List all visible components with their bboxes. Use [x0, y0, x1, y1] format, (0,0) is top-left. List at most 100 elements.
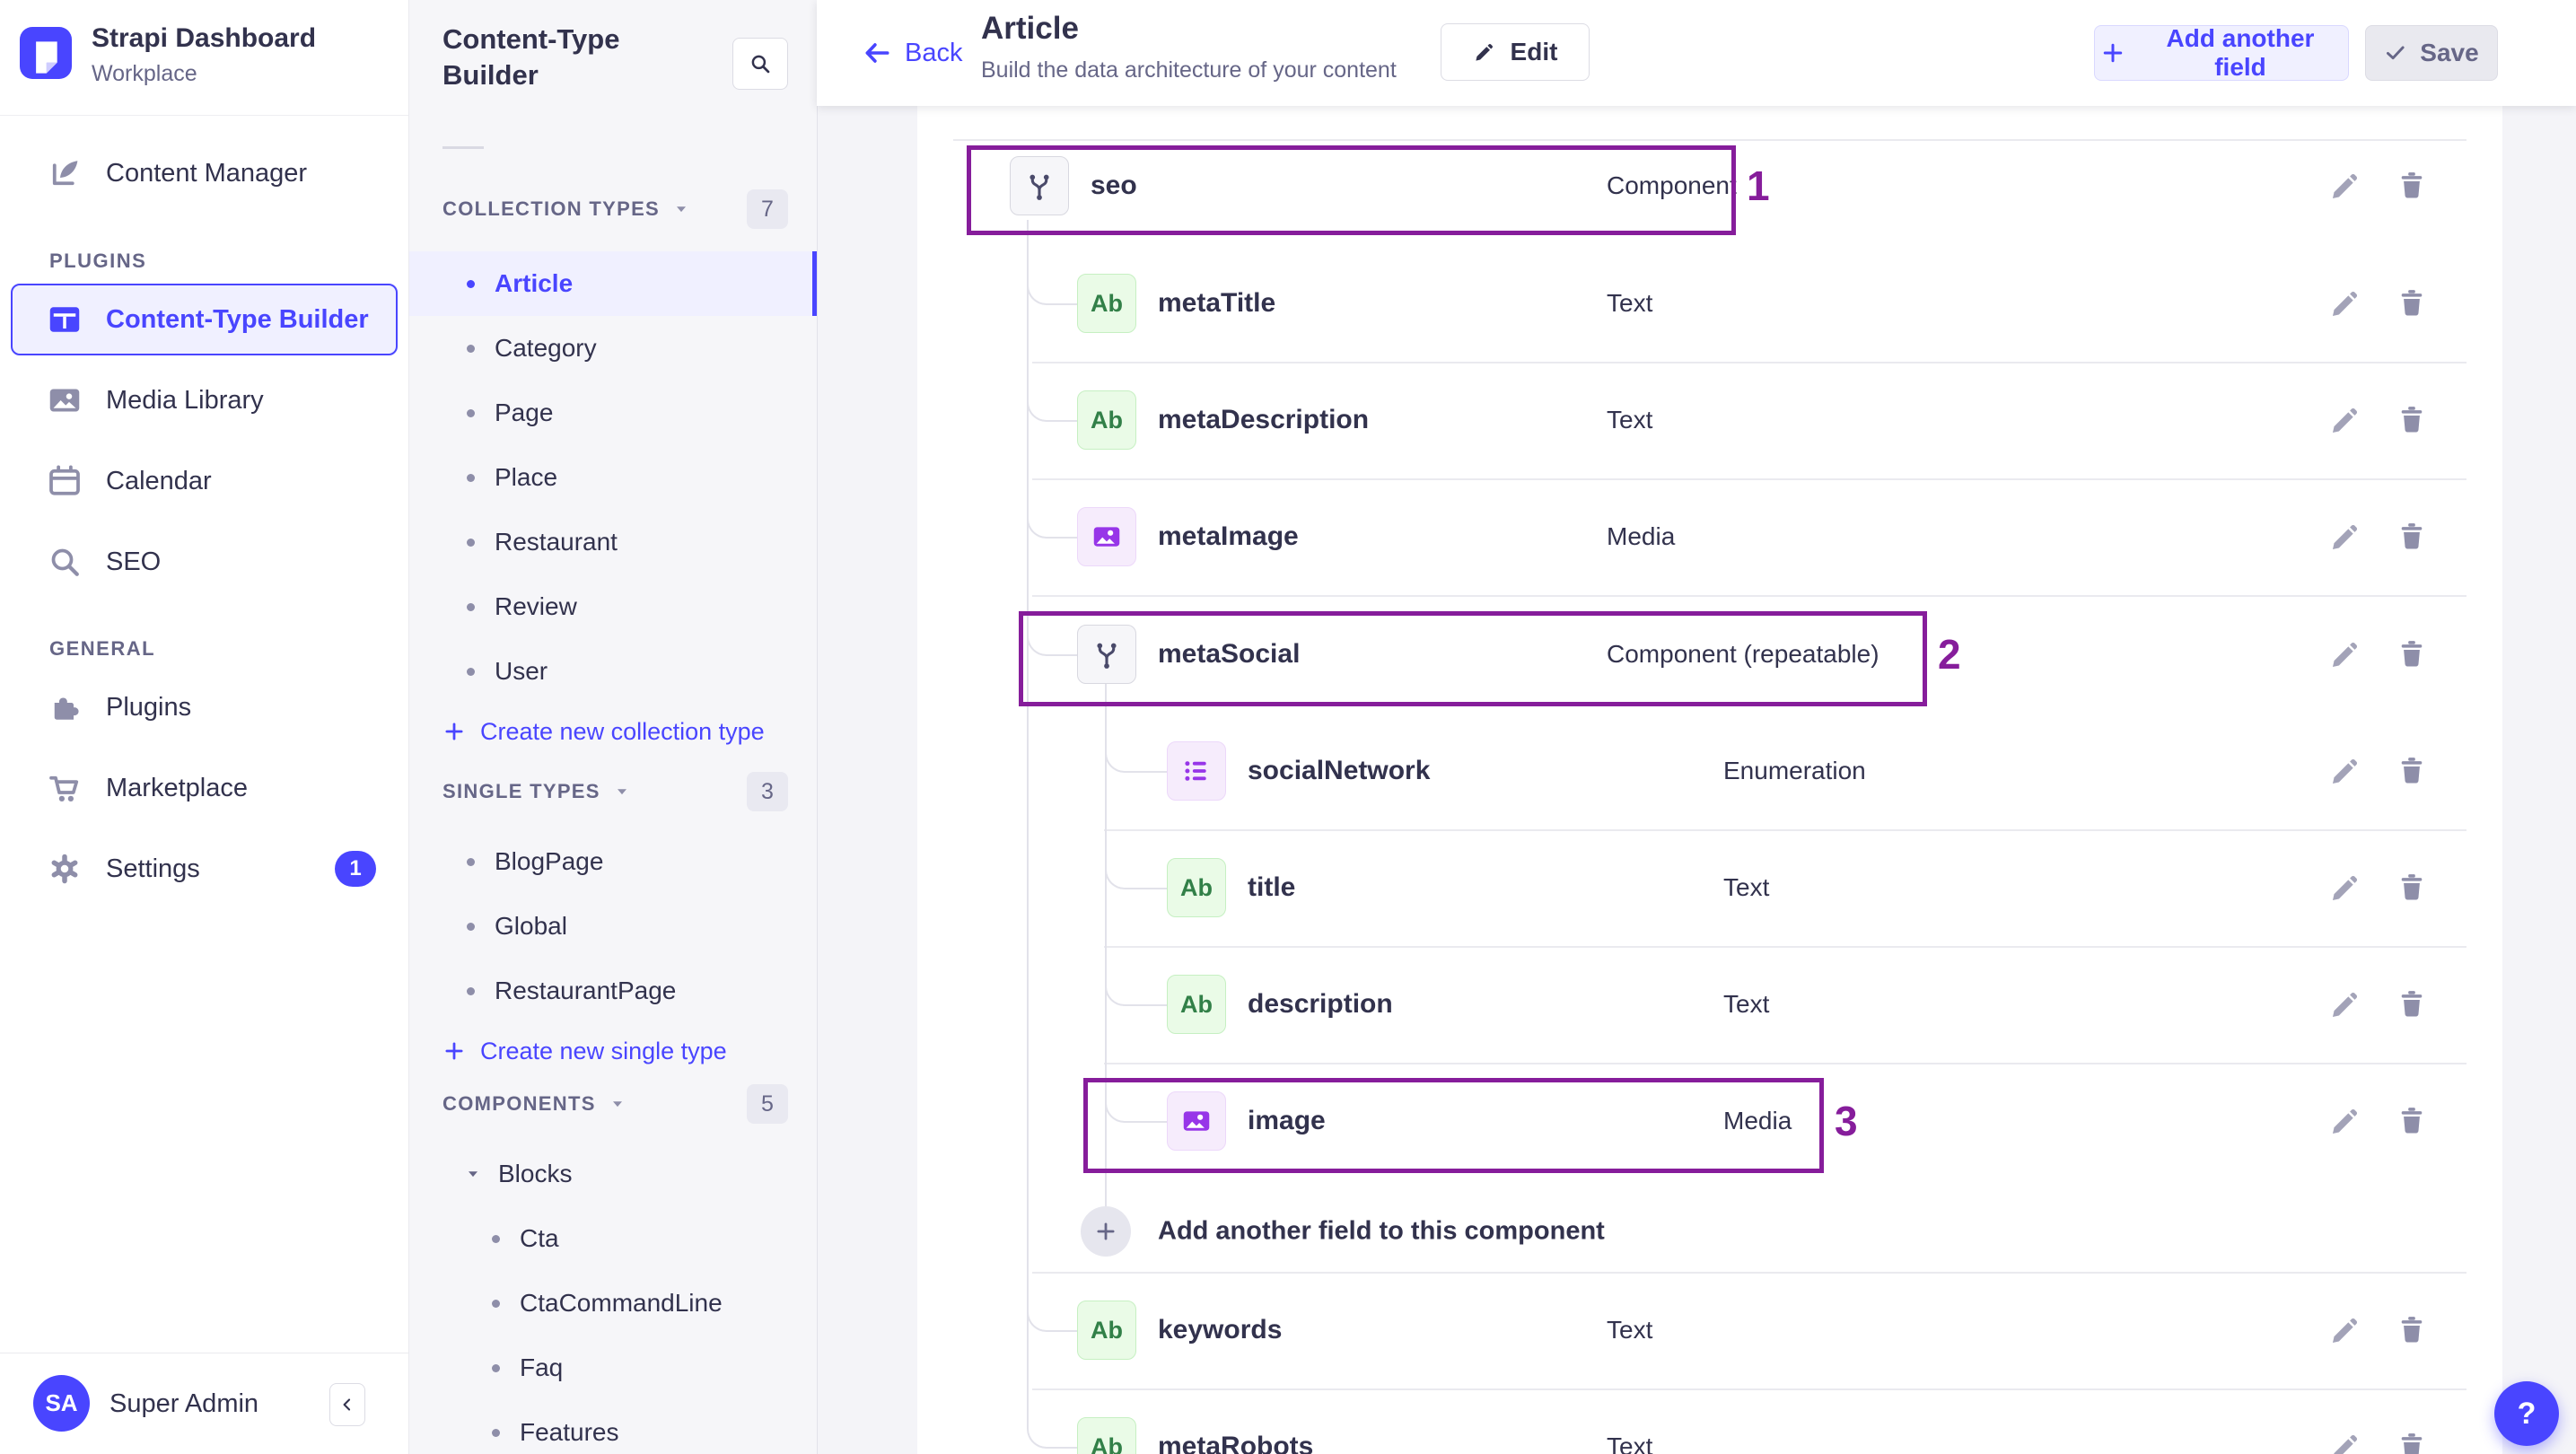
image-icon	[47, 382, 83, 418]
sidebar-item-label: Content-Type Builder	[106, 304, 369, 334]
sidebar-item-blogpage[interactable]: BlogPage	[408, 829, 817, 894]
bullet-icon	[467, 473, 475, 482]
sidebar-item-ctacommandline[interactable]: CtaCommandLine	[408, 1271, 817, 1336]
sidebar-item-place[interactable]: Place	[408, 445, 817, 510]
edit-field-button[interactable]	[2328, 1313, 2362, 1347]
sidebar-item-page[interactable]: Page	[408, 381, 817, 445]
section-count-badge: 5	[747, 1084, 788, 1124]
search-icon	[749, 52, 772, 75]
sidebar-item-plugins[interactable]: Plugins	[0, 667, 408, 748]
sidebar-item-restaurant[interactable]: Restaurant	[408, 510, 817, 574]
edit-field-button[interactable]	[2328, 520, 2362, 554]
action-create-new-single-type[interactable]: Create new single type	[408, 1023, 817, 1079]
sidebar-item-faq[interactable]: Faq	[408, 1336, 817, 1400]
section-count-badge: 3	[747, 772, 788, 811]
text-field-icon: Ab	[1077, 1417, 1136, 1454]
group-blocks[interactable]: Blocks	[408, 1142, 817, 1206]
sidebar-item-content-manager[interactable]: Content Manager	[0, 133, 408, 214]
edit-field-button[interactable]	[2328, 754, 2362, 788]
field-type: Media	[1723, 1107, 1792, 1134]
brand-title: Strapi Dashboard	[92, 23, 317, 53]
sidebar-item-media-library[interactable]: Media Library	[0, 360, 408, 441]
bullet-icon	[492, 1428, 500, 1437]
edit-field-button[interactable]	[2328, 403, 2362, 437]
fields-content: seo Component Ab metaTitle Text Ab metaDescrip…	[817, 106, 2576, 1454]
edit-field-button[interactable]	[2328, 1430, 2362, 1454]
grid-icon	[47, 302, 83, 337]
edit-button[interactable]: Edit	[1441, 23, 1590, 81]
collapse-sidebar-button[interactable]	[329, 1383, 365, 1426]
bullet-icon	[492, 1299, 500, 1308]
sidebar-item-global[interactable]: Global	[408, 894, 817, 959]
section-header-collection-types[interactable]: COLLECTION TYPES 7	[408, 188, 817, 230]
edit-field-button[interactable]	[2328, 169, 2362, 203]
edit-field-button[interactable]	[2328, 1104, 2362, 1138]
delete-field-button[interactable]	[2395, 1430, 2429, 1454]
sidebar-item-calendar[interactable]: Calendar	[0, 441, 408, 521]
delete-field-button[interactable]	[2395, 403, 2429, 437]
avatar[interactable]: SA	[33, 1375, 90, 1432]
sidebar-item-content-type-builder[interactable]: Content-Type Builder	[0, 279, 408, 360]
sidebar-item-article[interactable]: Article	[408, 251, 817, 316]
plus-icon	[1094, 1220, 1117, 1243]
help-button[interactable]: ?	[2494, 1381, 2559, 1446]
delete-field-button[interactable]	[2395, 1313, 2429, 1347]
sidebar-item-cta[interactable]: Cta	[408, 1206, 817, 1271]
sidebar-item-review[interactable]: Review	[408, 574, 817, 639]
add-field-to-component-label[interactable]: Add another field to this component	[1158, 1217, 1605, 1247]
add-another-field-button[interactable]: Add another field	[2094, 24, 2349, 81]
delete-field-button[interactable]	[2395, 169, 2429, 203]
section-label: COMPONENTS	[442, 1092, 596, 1115]
annotation-number-2: 2	[1938, 631, 1961, 678]
sidebar-item-seo[interactable]: SEO	[0, 521, 408, 602]
delete-field-button[interactable]	[2395, 286, 2429, 320]
sidebar-item-restaurantpage[interactable]: RestaurantPage	[408, 959, 817, 1023]
sidebar-footer: SA Super Admin	[0, 1353, 408, 1454]
sidebar-item-user[interactable]: User	[408, 639, 817, 704]
row-divider	[1032, 1388, 2466, 1390]
plus-icon	[442, 720, 466, 743]
section-label: COLLECTION TYPES	[442, 197, 661, 220]
search-button[interactable]	[732, 38, 788, 90]
delete-field-button[interactable]	[2395, 987, 2429, 1021]
field-type: Text	[1607, 406, 1653, 434]
delete-field-button[interactable]	[2395, 871, 2429, 905]
bullet-icon	[467, 538, 475, 547]
section-header-single-types[interactable]: SINGLE TYPES 3	[408, 771, 817, 812]
delete-field-button[interactable]	[2395, 754, 2429, 788]
row-divider	[1032, 595, 2466, 597]
chevron-left-icon	[337, 1395, 357, 1415]
sidebar-item-category[interactable]: Category	[408, 316, 817, 381]
delete-field-button[interactable]	[2395, 1104, 2429, 1138]
section-header-components[interactable]: COMPONENTS 5	[408, 1083, 817, 1125]
sidebar-item-label: Calendar	[106, 466, 212, 495]
tree-elbow	[1027, 615, 1079, 656]
add-circle-button[interactable]	[1081, 1206, 1131, 1257]
text-field-icon: Ab	[1167, 975, 1226, 1034]
group-label: Blocks	[498, 1160, 573, 1187]
text-field-icon: Ab	[1077, 1301, 1136, 1360]
save-button[interactable]: Save	[2365, 25, 2498, 81]
arrow-left-icon	[862, 38, 892, 68]
action-create-new-collection-type[interactable]: Create new collection type	[408, 704, 817, 759]
row-divider	[1032, 478, 2466, 480]
sidebar-item-label: Marketplace	[106, 773, 248, 802]
item-label: Global	[495, 912, 567, 940]
edit-field-button[interactable]	[2328, 286, 2362, 320]
row-divider	[1104, 946, 2466, 948]
edit-field-button[interactable]	[2328, 987, 2362, 1021]
delete-field-button[interactable]	[2395, 520, 2429, 554]
tree-elbow	[1105, 731, 1170, 773]
sidebar-item-marketplace[interactable]: Marketplace	[0, 748, 408, 828]
back-link[interactable]: Back	[862, 0, 962, 106]
tree-elbow	[1105, 965, 1170, 1006]
action-label: Create new single type	[480, 1037, 727, 1064]
sidebar-nav: Content Manager PLUGINS Content-Type Build…	[0, 133, 408, 909]
edit-field-button[interactable]	[2328, 871, 2362, 905]
sidebar-item-features[interactable]: Features	[408, 1400, 817, 1454]
bullet-icon	[467, 922, 475, 931]
save-label: Save	[2420, 39, 2479, 66]
delete-field-button[interactable]	[2395, 637, 2429, 671]
sidebar-item-settings[interactable]: Settings 1	[0, 828, 408, 909]
edit-field-button[interactable]	[2328, 637, 2362, 671]
